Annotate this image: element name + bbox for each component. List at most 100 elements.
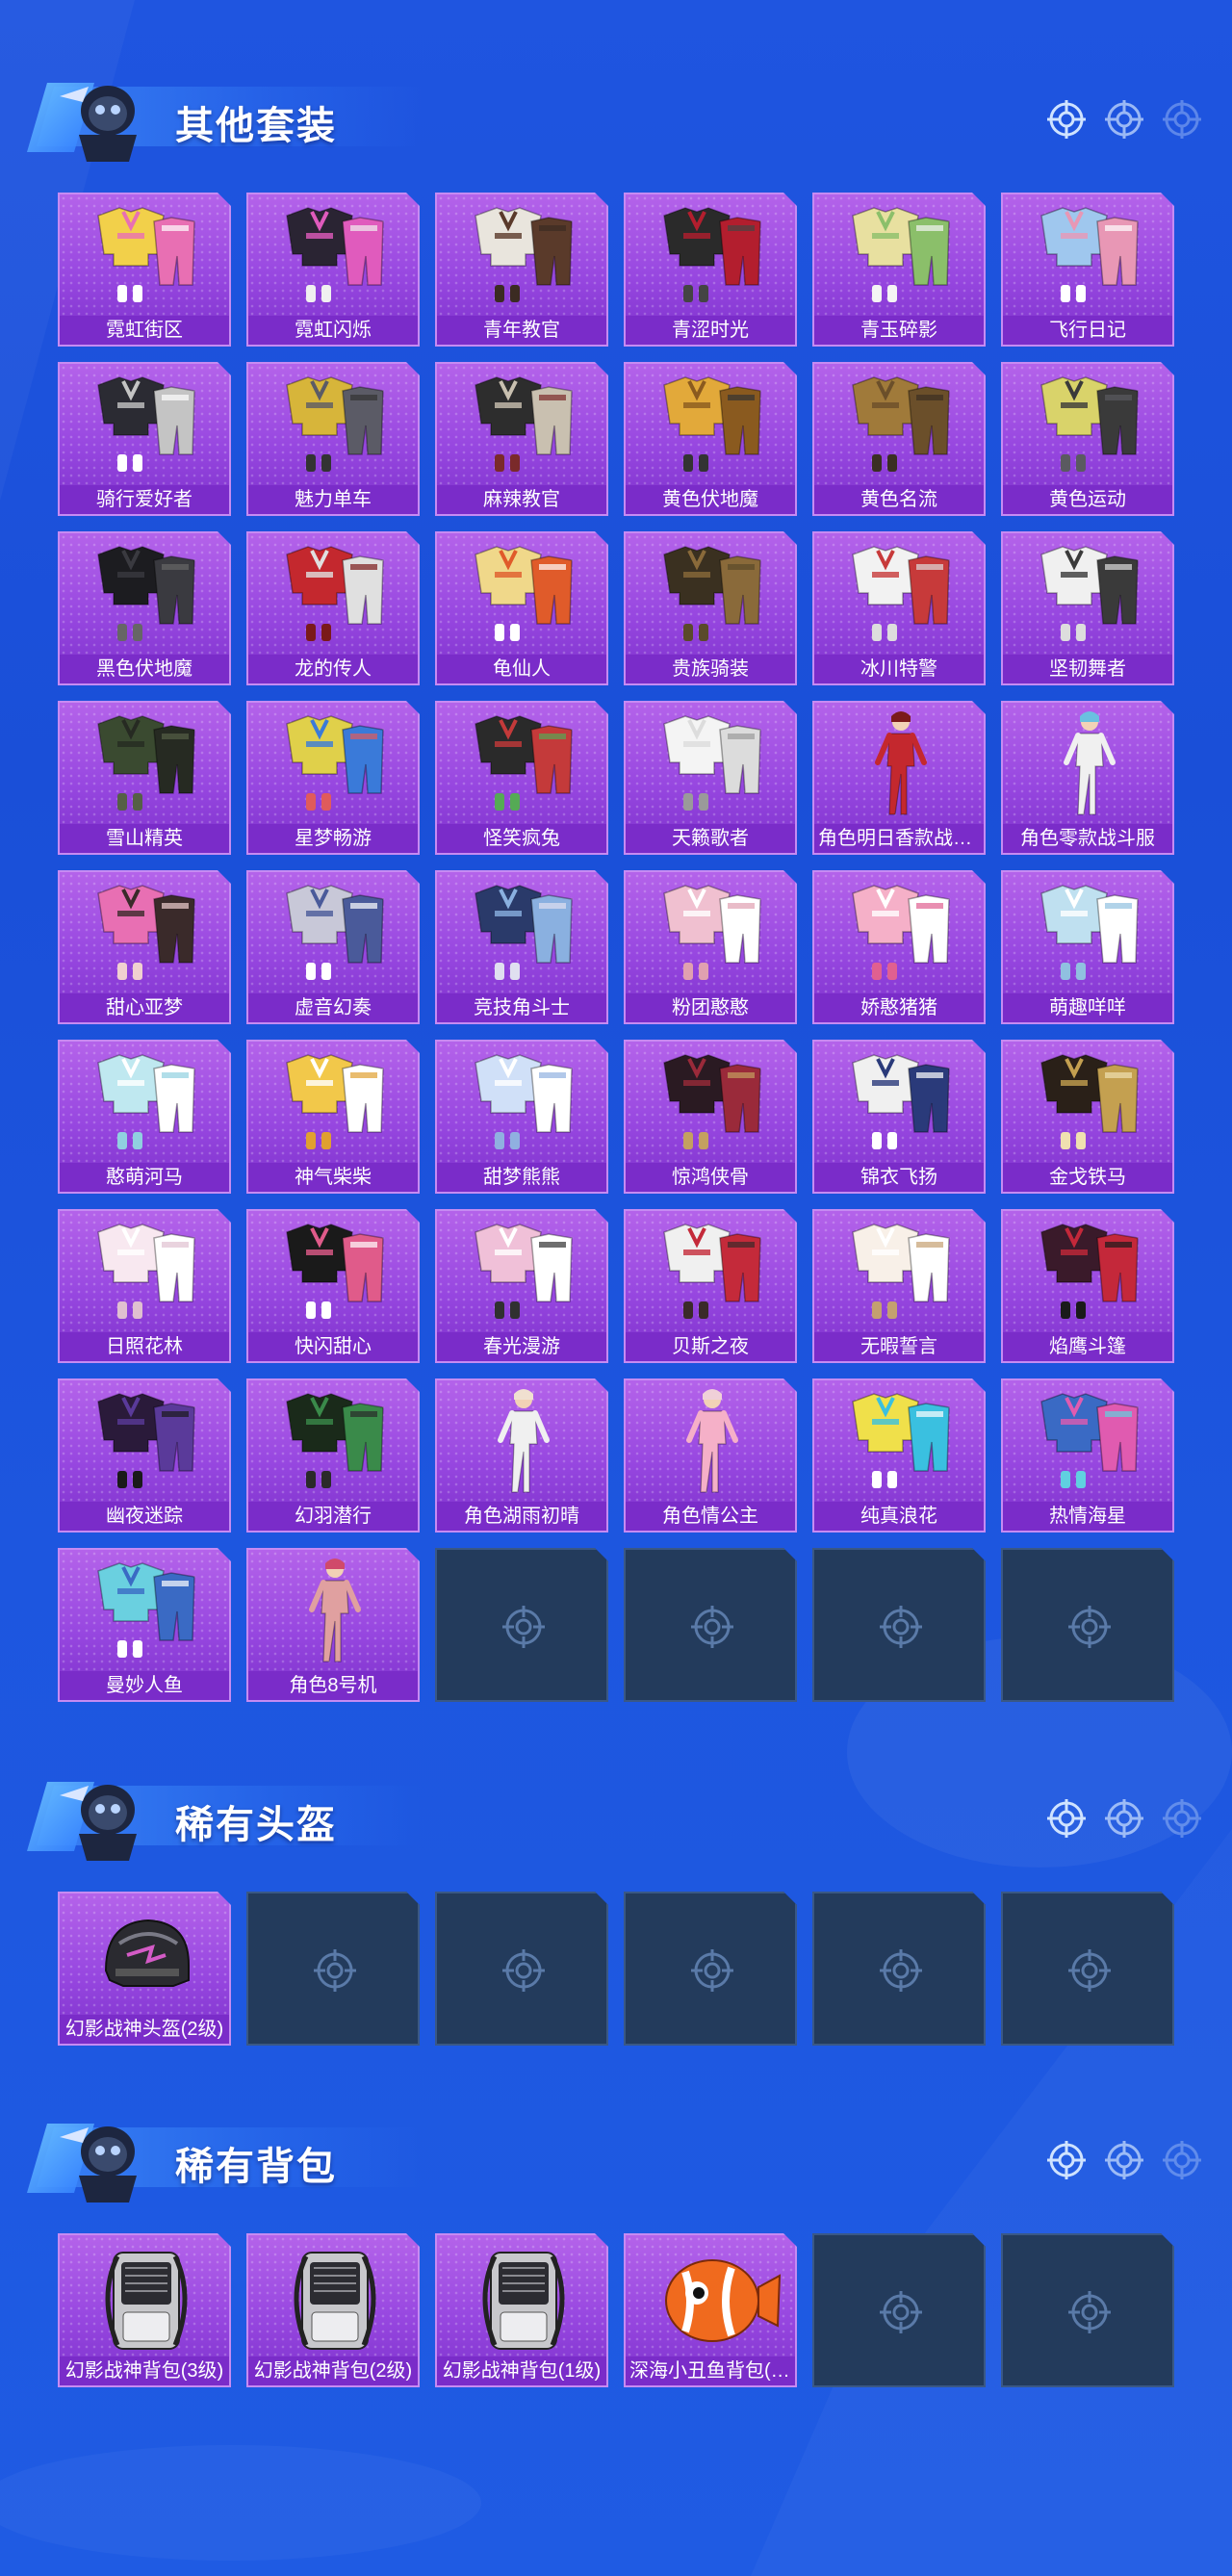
- outfit-image: [626, 1215, 797, 1332]
- item-card[interactable]: 虚音幻奏: [246, 870, 420, 1024]
- item-card[interactable]: 天籁歌者: [624, 701, 797, 855]
- helmet-grid: 幻影战神头盔(2级): [58, 1892, 1174, 2046]
- item-label: 竞技角斗士: [437, 993, 606, 1022]
- item-card[interactable]: 幻影战神背包(2级): [246, 2233, 420, 2387]
- item-label: 萌趣咩咩: [1003, 993, 1172, 1022]
- item-card[interactable]: 骑行爱好者: [58, 362, 231, 516]
- item-card[interactable]: 萌趣咩咩: [1001, 870, 1174, 1024]
- item-card[interactable]: 日照花林: [58, 1209, 231, 1363]
- item-card[interactable]: 热情海星: [1001, 1378, 1174, 1533]
- item-label: 角色8号机: [248, 1671, 418, 1700]
- item-card[interactable]: 贵族骑装: [624, 531, 797, 685]
- item-card[interactable]: 锦衣飞扬: [812, 1040, 986, 1194]
- item-card[interactable]: 竞技角斗士: [435, 870, 608, 1024]
- empty-slot: [812, 2233, 986, 2387]
- item-card[interactable]: 怪笑疯兔: [435, 701, 608, 855]
- item-card[interactable]: 幽夜迷踪: [58, 1378, 231, 1533]
- outfit-image: [60, 1554, 231, 1671]
- item-card[interactable]: 甜心亚梦: [58, 870, 231, 1024]
- item-label: 金戈铁马: [1003, 1163, 1172, 1192]
- item-card[interactable]: 角色8号机: [246, 1548, 420, 1702]
- item-card[interactable]: 春光漫游: [435, 1209, 608, 1363]
- item-label: 怪笑疯兔: [437, 824, 606, 853]
- helmet-image: [60, 1897, 231, 2015]
- item-card[interactable]: 魅力单车: [246, 362, 420, 516]
- empty-slot: [1001, 1548, 1174, 1702]
- item-card[interactable]: 龙的传人: [246, 531, 420, 685]
- section-title: 稀有头盔: [175, 1804, 337, 1846]
- item-card[interactable]: 曼妙人鱼: [58, 1548, 231, 1702]
- item-card[interactable]: 贝斯之夜: [624, 1209, 797, 1363]
- item-card[interactable]: 霓虹闪烁: [246, 193, 420, 347]
- item-card[interactable]: 粉团憨憨: [624, 870, 797, 1024]
- item-label: 热情海星: [1003, 1502, 1172, 1531]
- item-label: 贝斯之夜: [626, 1332, 795, 1361]
- item-card[interactable]: 幻羽潜行: [246, 1378, 420, 1533]
- item-card[interactable]: 坚韧舞者: [1001, 531, 1174, 685]
- item-card[interactable]: 神气柴柴: [246, 1040, 420, 1194]
- item-card[interactable]: 金戈铁马: [1001, 1040, 1174, 1194]
- item-card[interactable]: 青年教官: [435, 193, 608, 347]
- item-card[interactable]: 麻辣教官: [435, 362, 608, 516]
- item-card[interactable]: 冰川特警: [812, 531, 986, 685]
- item-card[interactable]: 星梦畅游: [246, 701, 420, 855]
- outfit-image: [626, 1045, 797, 1163]
- crosshair-icon: [1105, 2141, 1143, 2179]
- item-card[interactable]: 快闪甜心: [246, 1209, 420, 1363]
- outfit-image: [248, 707, 420, 824]
- item-card[interactable]: 幻影战神头盔(2级): [58, 1892, 231, 2046]
- outfit-image: [248, 368, 420, 485]
- item-card[interactable]: 幻影战神背包(3级): [58, 2233, 231, 2387]
- item-label: 曼妙人鱼: [60, 1671, 229, 1700]
- item-card[interactable]: 青涩时光: [624, 193, 797, 347]
- outfit-image: [626, 707, 797, 824]
- item-card[interactable]: 深海小丑鱼背包(3级): [624, 2233, 797, 2387]
- item-card[interactable]: 飞行日记: [1001, 193, 1174, 347]
- outfit-image: [1003, 368, 1174, 485]
- item-card[interactable]: 娇憨猪猪: [812, 870, 986, 1024]
- outfit-image: [814, 537, 986, 655]
- outfit-grid: 霓虹街区 霓虹闪烁 青年教官 青涩时光 青玉碎影 飞行日记 骑行爱好者 魅力单车…: [58, 193, 1174, 1702]
- item-card[interactable]: 龟仙人: [435, 531, 608, 685]
- figure-image: [626, 1384, 797, 1502]
- item-card[interactable]: 无暇誓言: [812, 1209, 986, 1363]
- item-label: 幻影战神背包(1级): [437, 2357, 606, 2385]
- empty-slot: [624, 1892, 797, 2046]
- crosshair-icon: [1066, 2289, 1113, 2335]
- item-card[interactable]: 青玉碎影: [812, 193, 986, 347]
- item-card[interactable]: 焰鹰斗篷: [1001, 1209, 1174, 1363]
- item-card[interactable]: 雪山精英: [58, 701, 231, 855]
- item-card[interactable]: 角色情公主: [624, 1378, 797, 1533]
- outfit-image: [248, 1384, 420, 1502]
- item-label: 春光漫游: [437, 1332, 606, 1361]
- item-card[interactable]: 甜梦熊熊: [435, 1040, 608, 1194]
- item-card[interactable]: 惊鸿侠骨: [624, 1040, 797, 1194]
- item-label: 角色情公主: [626, 1502, 795, 1531]
- outfit-image: [248, 198, 420, 316]
- section-outfits: 其他套装 霓虹街区 霓虹闪烁 青年教官 青涩时光 青玉碎影 飞行日记 骑行爱好者…: [0, 58, 1232, 164]
- item-card[interactable]: 幻影战神背包(1级): [435, 2233, 608, 2387]
- item-card[interactable]: 角色湖雨初晴: [435, 1378, 608, 1533]
- item-card[interactable]: 纯真浪花: [812, 1378, 986, 1533]
- item-card[interactable]: 黄色运动: [1001, 362, 1174, 516]
- item-card[interactable]: 黄色伏地魔: [624, 362, 797, 516]
- item-label: 骑行爱好者: [60, 485, 229, 514]
- section-helmets: 稀有头盔 幻影战神头盔(2级): [0, 1757, 1232, 1863]
- figure-image: [248, 1554, 420, 1671]
- outfit-image: [60, 1384, 231, 1502]
- item-label: 魅力单车: [248, 485, 418, 514]
- item-card[interactable]: 角色零款战斗服: [1001, 701, 1174, 855]
- item-card[interactable]: 黑色伏地魔: [58, 531, 231, 685]
- item-label: 幻影战神背包(2级): [248, 2357, 418, 2385]
- item-card[interactable]: 霓虹街区: [58, 193, 231, 347]
- item-label: 黄色运动: [1003, 485, 1172, 514]
- item-card[interactable]: 黄色名流: [812, 362, 986, 516]
- item-label: 坚韧舞者: [1003, 655, 1172, 683]
- item-card[interactable]: 憨萌河马: [58, 1040, 231, 1194]
- item-label: 飞行日记: [1003, 316, 1172, 345]
- section-title: 其他套装: [175, 105, 337, 147]
- item-card[interactable]: 角色明日香款战斗服: [812, 701, 986, 855]
- item-label: 青涩时光: [626, 316, 795, 345]
- empty-slot: [1001, 1892, 1174, 2046]
- outfit-image: [1003, 198, 1174, 316]
